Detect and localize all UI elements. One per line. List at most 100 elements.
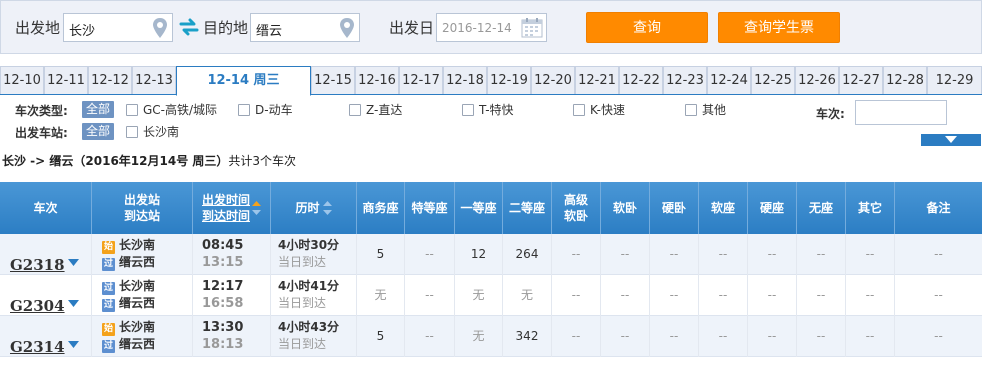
filter-type-k[interactable]: K-快速 <box>573 103 625 118</box>
header-soft-sleeper: 软卧 <box>601 182 650 234</box>
map-pin-icon[interactable] <box>152 17 168 39</box>
date-placeholder: 2016-12-14 <box>442 21 512 35</box>
train-no-label: 车次: <box>816 107 845 121</box>
header-remark: 备注 <box>926 201 951 215</box>
checkbox[interactable] <box>126 126 138 138</box>
station-all-button[interactable]: 全部 <box>82 123 115 140</box>
train-cell: G2318 <box>0 234 92 275</box>
date-tab[interactable]: 12-16 <box>355 66 399 94</box>
date-tab[interactable]: 12-15 <box>311 66 355 94</box>
expand-stops-icon[interactable] <box>68 300 79 307</box>
seat-special: -- <box>405 316 455 357</box>
arrival-time: 16:58 <box>202 296 244 311</box>
map-pin-icon[interactable] <box>339 17 355 39</box>
date-tab[interactable]: 12-11 <box>44 66 88 94</box>
header-dep-time: 出发时间 <box>201 193 250 207</box>
checkbox[interactable] <box>685 104 697 116</box>
seat-second: 264 <box>503 234 552 275</box>
train-no-input[interactable] <box>855 100 947 125</box>
arrival-time: 18:13 <box>202 337 244 352</box>
filter-type-other[interactable]: 其他 <box>685 103 726 118</box>
filter-type-d[interactable]: D-动车 <box>238 103 293 118</box>
seat-special: -- <box>405 275 455 316</box>
header-duration-label: 历时 <box>295 201 320 215</box>
date-tab[interactable]: 12-23 <box>663 66 707 94</box>
station-tag: 过 <box>102 340 115 353</box>
seat-second: 无 <box>503 275 552 316</box>
seat-remark: -- <box>934 329 943 343</box>
filter-station-changshanan[interactable]: 长沙南 <box>126 125 179 140</box>
date-tab[interactable]: 12-19 <box>487 66 531 94</box>
filter-type-t[interactable]: T-特快 <box>462 103 514 118</box>
arrival-station: 缙云西 <box>119 337 156 351</box>
query-button[interactable]: 查询 <box>586 12 708 43</box>
filter-station-label: 长沙南 <box>143 125 180 139</box>
header-train: 车次 <box>0 182 92 234</box>
sort-icon[interactable] <box>322 201 332 215</box>
date-tab[interactable]: 12-13 <box>132 66 176 94</box>
date-tab[interactable]: 12-29 <box>927 66 982 94</box>
seat-senior-soft: -- <box>552 275 601 316</box>
train-cell: G2304 <box>0 275 92 316</box>
date-tab[interactable]: 12-17 <box>399 66 443 94</box>
seat-remark: -- <box>934 288 943 302</box>
seat-hard-sleeper: -- <box>650 275 699 316</box>
duration-value: 4小时43分 <box>278 320 340 334</box>
date-tab[interactable]: 12-12 <box>88 66 132 94</box>
header-other: 其它 <box>846 182 895 234</box>
departure-station-label: 出发车站: <box>15 126 68 140</box>
date-tabs: 12-10 12-11 12-12 12-13 12-14 周三 12-15 12-16 12… <box>0 66 982 96</box>
date-tab[interactable]: 12-28 <box>883 66 927 94</box>
filters-panel: 车次类型: 全部 GC-高铁/城际 D-动车 Z-直达 T-特快 K-快速 其他… <box>0 95 982 145</box>
from-value: 长沙 <box>69 24 96 39</box>
departure-station: 长沙南 <box>119 279 156 293</box>
date-tab[interactable]: 12-25 <box>751 66 795 94</box>
date-tab[interactable]: 12-21 <box>575 66 619 94</box>
header-senior-soft-2: 软卧 <box>563 209 588 223</box>
filter-type-z[interactable]: Z-直达 <box>349 103 402 118</box>
arrival-station: 缙云西 <box>119 296 156 310</box>
date-tab[interactable]: 12-27 <box>839 66 883 94</box>
filter-type-label: GC-高铁/城际 <box>143 103 218 117</box>
header-times[interactable]: 出发时间 到达时间 <box>193 182 271 234</box>
to-value: 缙云 <box>256 24 283 39</box>
checkbox[interactable] <box>573 104 585 116</box>
to-label: 目的地 <box>203 19 249 37</box>
date-tab[interactable]: 12-18 <box>443 66 487 94</box>
seat-second: 342 <box>503 316 552 357</box>
date-tab[interactable]: 12-24 <box>707 66 751 94</box>
train-type-all-button[interactable]: 全部 <box>82 101 115 118</box>
date-tab[interactable]: 12-10 <box>0 66 44 94</box>
triangle-down-icon <box>945 136 957 143</box>
train-number-link[interactable]: G2314 <box>10 327 65 368</box>
header-second: 二等座 <box>503 182 552 234</box>
expand-filters-toggle[interactable] <box>921 134 981 146</box>
sort-icon[interactable] <box>252 201 261 215</box>
from-input[interactable]: 长沙 <box>63 13 173 42</box>
header-special: 特等座 <box>405 182 455 234</box>
header-standing: 无座 <box>797 182 846 234</box>
date-tab[interactable]: 12-22 <box>619 66 663 94</box>
date-tab[interactable]: 12-26 <box>795 66 839 94</box>
checkbox[interactable] <box>462 104 474 116</box>
date-tab-active[interactable]: 12-14 周三 <box>176 66 311 96</box>
header-first: 一等座 <box>455 182 503 234</box>
departure-station: 长沙南 <box>119 320 156 334</box>
filter-type-gc[interactable]: GC-高铁/城际 <box>126 103 217 118</box>
checkbox[interactable] <box>126 104 138 116</box>
checkbox[interactable] <box>349 104 361 116</box>
student-query-button[interactable]: 查询学生票 <box>718 12 840 43</box>
to-input[interactable]: 缙云 <box>250 13 360 42</box>
expand-stops-icon[interactable] <box>68 259 79 266</box>
duration-value: 4小时41分 <box>278 279 340 293</box>
swap-arrows-icon[interactable] <box>179 18 199 36</box>
table-row: G2314 始长沙南过缙云西 13:30 18:13 4小时43分 当日到达 5 -- 无 342… <box>0 316 982 357</box>
checkbox[interactable] <box>238 104 250 116</box>
header-duration[interactable]: 历时 <box>271 182 357 234</box>
station-tag: 始 <box>102 323 115 336</box>
arrive-day: 当日到达 <box>278 296 327 310</box>
calendar-icon[interactable] <box>521 17 543 38</box>
expand-stops-icon[interactable] <box>68 341 79 348</box>
date-input[interactable]: 2016-12-14 <box>436 13 547 42</box>
date-tab[interactable]: 12-20 <box>531 66 575 94</box>
